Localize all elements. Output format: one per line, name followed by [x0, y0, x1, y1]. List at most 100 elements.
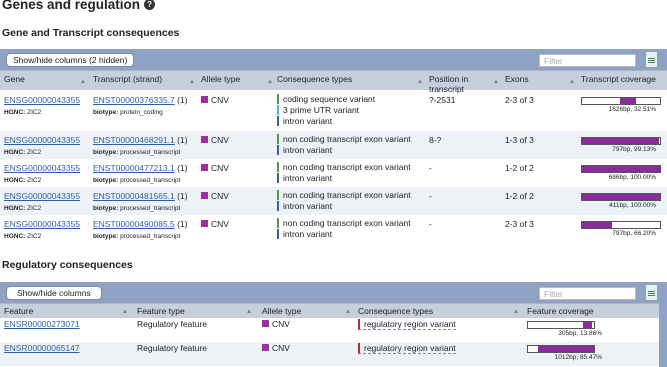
- hgnc-label: HGNC: ZIC2: [4, 233, 42, 240]
- consequence-type[interactable]: non coding transcript exon variant: [277, 218, 411, 228]
- sort-icon[interactable]: ▲: [417, 79, 423, 85]
- gene-link[interactable]: ENSG00000043355: [4, 95, 80, 105]
- exons: 2-3 of 3: [505, 95, 534, 105]
- coverage-label: 686bp, 100.00%: [608, 174, 656, 181]
- position-in-transcript: -: [429, 219, 432, 229]
- table-row: ENSR00000065147 Regulatory feature CNV regu…: [0, 342, 667, 366]
- coverage-fill: [582, 166, 660, 172]
- filter-input[interactable]: Filter: [539, 54, 636, 67]
- coverage-bar: [581, 137, 661, 145]
- coverage-bar: [581, 97, 661, 105]
- coverage-label: 797bp, 66.20%: [612, 230, 656, 237]
- export-excel-icon[interactable]: [645, 284, 658, 301]
- feature-link[interactable]: ENSR00000065147: [4, 343, 80, 353]
- column-header-feature-type[interactable]: Feature type: [137, 306, 185, 316]
- show-hide-columns-button[interactable]: Show/hide columns: [6, 286, 102, 300]
- transcript-link[interactable]: ENST00000481565.1: [93, 191, 175, 201]
- cnv-color-swatch: [262, 344, 269, 351]
- coverage-bar: [581, 221, 661, 229]
- biotype: biotype: processed_transcript: [93, 177, 181, 184]
- gene-link[interactable]: ENSG00000043355: [4, 219, 80, 229]
- allele-type: CNV: [201, 219, 229, 230]
- biotype: biotype: protein_coding: [93, 109, 163, 116]
- consequence-type[interactable]: intron variant: [277, 201, 411, 211]
- feature-link[interactable]: ENSR00000273071: [4, 319, 80, 329]
- sort-icon[interactable]: ▲: [345, 309, 351, 315]
- sort-icon[interactable]: ▲: [122, 309, 128, 315]
- table-row: ENSR00000273071 Regulatory feature CNV regu…: [0, 318, 667, 342]
- consequence-type[interactable]: intron variant: [277, 116, 375, 126]
- consequence-type[interactable]: non coding transcript exon variant: [277, 190, 411, 200]
- consequence-type[interactable]: regulatory region variant: [358, 319, 456, 330]
- filter-input[interactable]: Filter: [539, 287, 636, 300]
- consequence-type[interactable]: intron variant: [277, 145, 411, 155]
- column-header-allele-type[interactable]: Allele type: [262, 306, 301, 316]
- coverage-fill: [537, 346, 595, 352]
- consequence-type[interactable]: 3 prime UTR variant: [277, 105, 375, 115]
- column-header-exons[interactable]: Exons: [505, 74, 529, 84]
- consequence-list: coding sequence variant 3 prime UTR varia…: [277, 94, 375, 127]
- consequence-list: regulatory region variant: [358, 343, 456, 355]
- sort-icon[interactable]: ▲: [189, 79, 195, 85]
- position-in-transcript: -: [429, 163, 432, 173]
- transcript-link[interactable]: ENST00000468291.1: [93, 135, 175, 145]
- table-row: ENSG00000043355 HGNC: ZIC2 ENST00000376335…: [0, 91, 667, 131]
- consequence-type[interactable]: non coding transcript exon variant: [277, 162, 411, 172]
- coverage-label: 1626bp, 32.51%: [608, 106, 656, 113]
- coverage-fill: [582, 194, 660, 200]
- sort-icon[interactable]: ▲: [246, 309, 252, 315]
- gene-link[interactable]: ENSG00000043355: [4, 135, 80, 145]
- sort-icon[interactable]: ▲: [80, 79, 86, 85]
- cnv-color-swatch: [201, 164, 208, 171]
- column-header-consequence-types[interactable]: Consequence types: [277, 74, 352, 84]
- page-title: Genes and regulation ?: [2, 0, 156, 12]
- table-row: ENSG00000043355 HGNC: ZIC2 ENST00000481565…: [0, 187, 667, 215]
- coverage-fill: [620, 98, 636, 104]
- allele-type: CNV: [262, 319, 290, 330]
- allele-type: CNV: [201, 135, 229, 146]
- column-header-gene[interactable]: Gene: [4, 74, 25, 84]
- feature-type: Regulatory feature: [137, 319, 207, 329]
- sort-icon[interactable]: ▲: [493, 79, 499, 85]
- biotype: biotype: processed_transcript: [93, 205, 181, 212]
- column-header-consequence-types[interactable]: Consequence types: [358, 306, 433, 316]
- table-row: ENSG00000043355 HGNC: ZIC2 ENST00000490085…: [0, 215, 667, 243]
- column-header-coverage[interactable]: Transcript coverage: [581, 74, 656, 84]
- coverage-label: 1012bp, 85.47%: [554, 354, 602, 361]
- transcript-link[interactable]: ENST00000490085.5: [93, 219, 175, 229]
- gene-link[interactable]: ENSG00000043355: [4, 163, 80, 173]
- export-excel-icon[interactable]: [645, 51, 658, 68]
- exons: 1-2 of 2: [505, 191, 534, 201]
- consequence-type[interactable]: intron variant: [277, 173, 411, 183]
- consequence-type[interactable]: intron variant: [277, 229, 411, 239]
- consequence-list: non coding transcript exon variant intron…: [277, 218, 411, 240]
- exons: 1-2 of 2: [505, 163, 534, 173]
- coverage-bar: [527, 345, 595, 353]
- transcript-link[interactable]: ENST00000376335.7: [93, 95, 175, 105]
- column-header-coverage[interactable]: Feature coverage: [527, 306, 594, 316]
- coverage-bar: [527, 321, 595, 329]
- gene-link[interactable]: ENSG00000043355: [4, 191, 80, 201]
- strand: (1): [177, 163, 188, 173]
- biotype: biotype: processed_transcript: [93, 149, 181, 156]
- column-header-transcript[interactable]: Transcript (strand): [93, 74, 162, 84]
- coverage-fill: [582, 138, 660, 144]
- transcript-link[interactable]: ENST00000477213.1: [93, 163, 175, 173]
- show-hide-columns-button[interactable]: Show/hide columns (2 hidden): [6, 53, 135, 67]
- scrollbar[interactable]: [659, 283, 667, 367]
- coverage-fill: [582, 322, 592, 328]
- help-icon[interactable]: ?: [144, 0, 156, 10]
- position-in-transcript: ?-2531: [429, 95, 456, 105]
- consequence-type[interactable]: non coding transcript exon variant: [277, 134, 411, 144]
- sort-icon[interactable]: ▲: [513, 309, 519, 315]
- consequence-list: regulatory region variant: [358, 319, 456, 331]
- transcript-toolbar: Show/hide columns (2 hidden) Filter: [0, 49, 667, 70]
- consequence-type[interactable]: coding sequence variant: [277, 94, 375, 104]
- allele-type: CNV: [262, 343, 290, 354]
- sort-icon[interactable]: ▲: [267, 79, 273, 85]
- hgnc-label: HGNC: ZIC2: [4, 177, 42, 184]
- consequence-type[interactable]: regulatory region variant: [358, 343, 456, 354]
- column-header-allele-type[interactable]: Allele type: [201, 74, 240, 84]
- sort-icon[interactable]: ▲: [569, 79, 575, 85]
- column-header-feature[interactable]: Feature: [4, 306, 33, 316]
